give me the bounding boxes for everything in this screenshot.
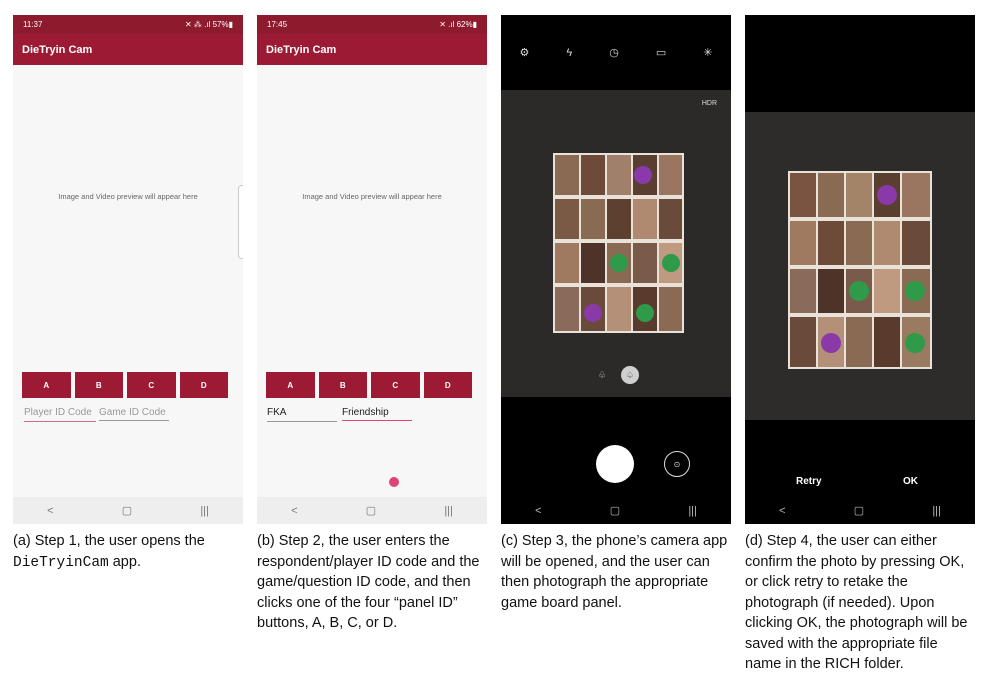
- nav-bar: < ▢ |||: [745, 497, 975, 524]
- panel-a-button[interactable]: A: [266, 372, 315, 398]
- caption-app-name: DieTryinCam: [13, 554, 109, 571]
- app-body: [257, 65, 487, 497]
- app-body: [13, 65, 243, 497]
- panel-d-button[interactable]: D: [179, 372, 228, 398]
- camera-viewfinder[interactable]: HDR ♧ ♤: [501, 90, 731, 397]
- timer-off-icon[interactable]: ◷: [609, 46, 619, 59]
- home-icon[interactable]: ▢: [854, 504, 864, 517]
- home-icon[interactable]: ▢: [610, 504, 620, 517]
- motion-icon[interactable]: ✳: [703, 46, 712, 59]
- recents-icon[interactable]: |||: [200, 505, 209, 517]
- caption-text-end: app.: [108, 553, 141, 570]
- app-screenshot-step-2: 17:45 ✕ .ıl 62%▮ DieTryin Cam Image and …: [257, 15, 487, 524]
- flash-off-icon[interactable]: ϟ: [566, 47, 572, 59]
- panel-a-button[interactable]: A: [22, 372, 71, 398]
- panel-id-buttons: A B C D: [266, 372, 472, 398]
- switch-camera-icon[interactable]: ⊙: [664, 451, 690, 477]
- game-id-field[interactable]: Game ID Code: [99, 407, 169, 421]
- standard-lens-icon[interactable]: ♤: [621, 366, 639, 384]
- camera-toolbar: ⚙ ϟ ◷ ▭ ✳: [501, 15, 731, 90]
- preview-placeholder: Image and Video preview will appear here: [302, 192, 442, 201]
- back-icon[interactable]: <: [47, 505, 53, 517]
- ok-button[interactable]: OK: [903, 476, 918, 487]
- photo-review-step-4: Retry OK < ▢ |||: [745, 15, 975, 524]
- caption-step-2: (b) Step 2, the user enters the responde…: [257, 533, 480, 631]
- caption-step-1: (a) Step 1, the user opens the DieTryinC…: [13, 531, 245, 573]
- status-icons: ✕ .ıl 62%▮: [439, 20, 477, 29]
- camera-screenshot-step-3: ⚙ ϟ ◷ ▭ ✳ HDR ♧ ♤ ⊙ < ▢ |||: [501, 15, 731, 524]
- status-bar: 11:37 ✕ ⁂ .ıl 57%▮: [13, 15, 243, 34]
- panel-b-button[interactable]: B: [74, 372, 123, 398]
- app-title: DieTryin Cam: [266, 43, 337, 56]
- app-screenshot-step-1: 11:37 ✕ ⁂ .ıl 57%▮ DieTryin Cam Image an…: [13, 15, 243, 524]
- status-bar: 17:45 ✕ .ıl 62%▮: [257, 15, 487, 34]
- home-icon[interactable]: ▢: [366, 504, 376, 517]
- nav-bar: < ▢ |||: [13, 497, 243, 524]
- recents-icon[interactable]: |||: [932, 505, 941, 517]
- back-icon[interactable]: <: [779, 505, 785, 517]
- game-id-field[interactable]: Friendship: [342, 407, 412, 421]
- ratio-3-4-icon[interactable]: ▭: [656, 46, 666, 59]
- game-board-photo: [553, 153, 684, 333]
- home-icon[interactable]: ▢: [122, 504, 132, 517]
- app-bar: DieTryin Cam: [257, 34, 487, 65]
- game-board-photo: [788, 171, 932, 369]
- nav-bar: < ▢ |||: [501, 497, 731, 524]
- recents-icon[interactable]: |||: [444, 505, 453, 517]
- status-time: 11:37: [23, 20, 43, 29]
- game-board-image: [553, 153, 684, 333]
- panel-id-buttons: A B C D: [22, 372, 228, 398]
- game-board-image: [788, 171, 932, 369]
- caption-text: (a) Step 1, the user opens the: [13, 533, 205, 549]
- caption-step-3: (c) Step 3, the phone’s camera app will …: [501, 533, 728, 611]
- status-icons: ✕ ⁂ .ıl 57%▮: [184, 20, 233, 29]
- lens-selector: ♧ ♤: [593, 366, 639, 384]
- panel-b-button[interactable]: B: [318, 372, 367, 398]
- settings-icon[interactable]: ⚙: [520, 46, 530, 59]
- player-id-field[interactable]: Player ID Code: [24, 407, 96, 422]
- panel-c-button[interactable]: C: [127, 372, 176, 398]
- nav-bar: < ▢ |||: [257, 497, 487, 524]
- panel-c-button[interactable]: C: [371, 372, 420, 398]
- back-icon[interactable]: <: [535, 505, 541, 517]
- app-bar: DieTryin Cam: [13, 34, 243, 65]
- player-id-field[interactable]: FKA: [267, 407, 337, 422]
- wide-lens-icon[interactable]: ♧: [593, 366, 611, 384]
- hdr-label: HDR: [701, 100, 717, 107]
- status-time: 17:45: [267, 20, 288, 29]
- shutter-button[interactable]: [596, 445, 634, 483]
- captured-photo: [745, 112, 975, 420]
- retry-button[interactable]: Retry: [796, 476, 822, 487]
- app-title: DieTryin Cam: [22, 43, 93, 56]
- panel-d-button[interactable]: D: [423, 372, 472, 398]
- recents-icon[interactable]: |||: [688, 505, 697, 517]
- back-icon[interactable]: <: [291, 505, 297, 517]
- preview-placeholder: Image and Video preview will appear here: [58, 192, 198, 201]
- caption-step-4: (d) Step 4, the user can either confirm …: [745, 533, 968, 672]
- text-cursor-handle[interactable]: [389, 477, 399, 487]
